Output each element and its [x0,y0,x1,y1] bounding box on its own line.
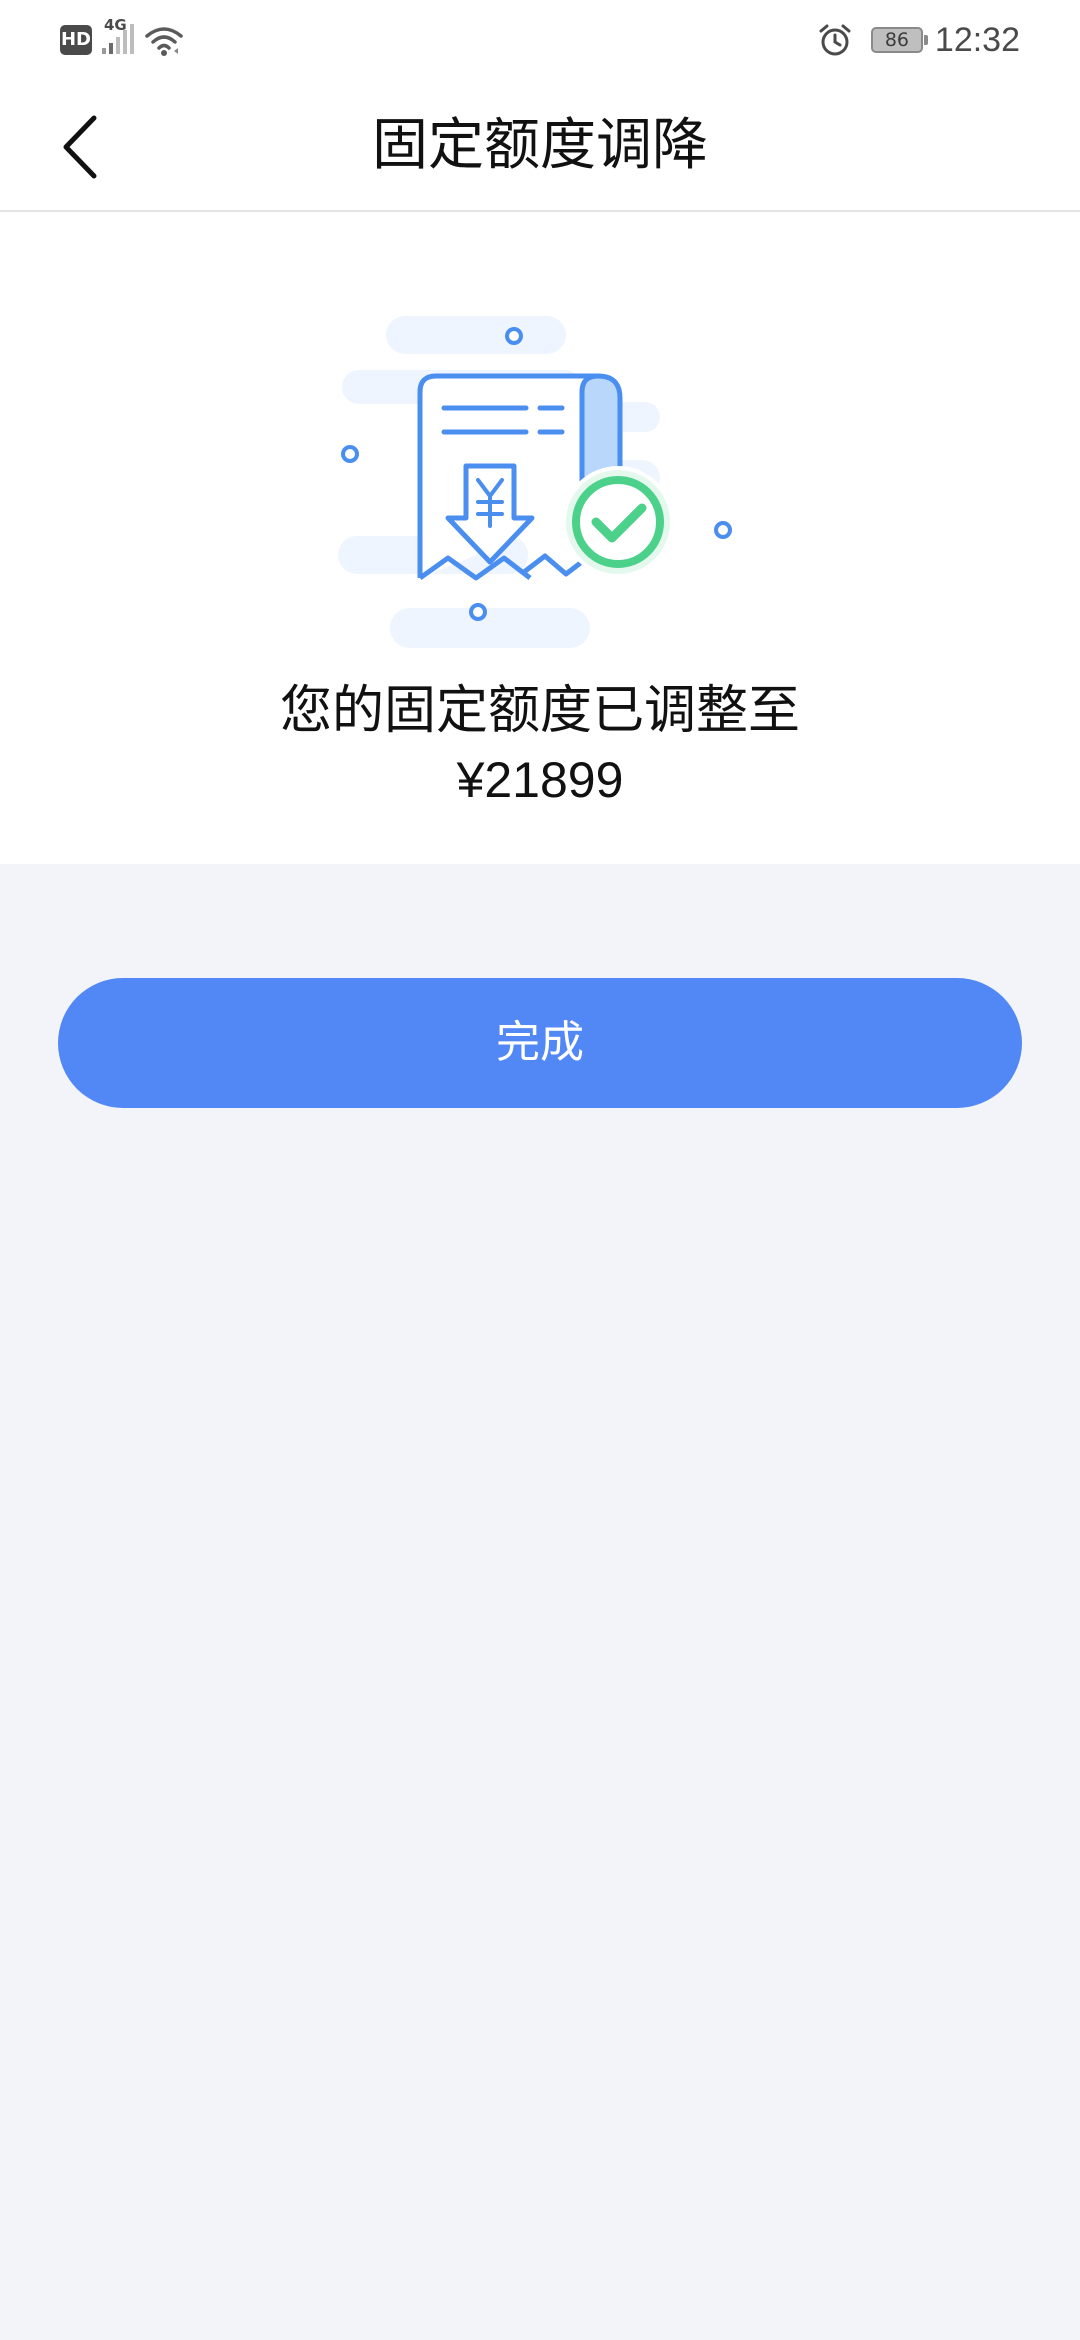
network-indicator: 4G [100,16,134,60]
done-button[interactable]: 完成 [58,978,1022,1108]
network-label: 4G [104,16,127,34]
result-amount: ¥21899 [456,752,624,808]
alarm-icon [819,24,851,56]
status-time: 12:32 [934,20,1020,59]
result-card: 您的固定额度已调整至 ¥21899 [0,212,1080,864]
nav-bar: 固定额度调降 [0,80,1080,212]
battery-icon: 86 [870,27,928,53]
receipt-success-icon [338,316,732,648]
status-right: 86 12:32 [817,18,1020,62]
page-title: 固定额度调降 [372,113,708,178]
wifi-icon [145,27,183,56]
screen: HD 4G 86 12:32 固定额度调降 您的固定额度已调整至 ¥21899 … [0,0,1080,2340]
status-bar: HD 4G 86 12:32 [0,0,1080,80]
status-left: HD 4G [60,16,184,60]
result-message: 您的固定额度已调整至 [279,681,800,741]
hd-badge: HD [60,25,92,55]
